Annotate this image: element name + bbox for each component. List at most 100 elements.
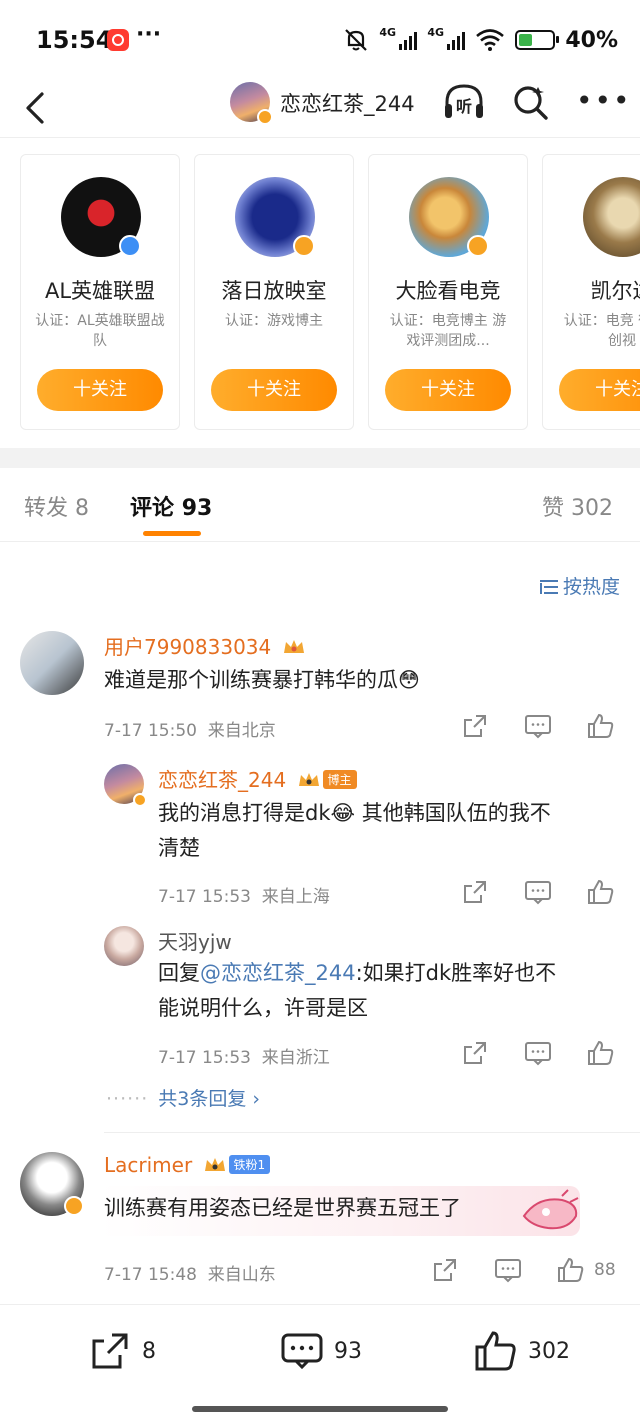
like-icon[interactable]	[587, 878, 615, 906]
commenter-avatar[interactable]	[104, 926, 144, 966]
repost-icon	[92, 1333, 128, 1369]
back-arrow-icon[interactable]	[20, 88, 50, 128]
follow-button[interactable]: 十关注	[385, 369, 511, 411]
verified-badge-icon	[257, 109, 273, 125]
mention-link[interactable]: @恋恋红茶_244	[200, 961, 356, 985]
repost-button[interactable]: 8	[88, 1329, 156, 1373]
signal-icon-1: 4G	[379, 26, 418, 52]
comment-text: 清楚	[158, 836, 200, 860]
battery-percent: 40%	[565, 27, 618, 53]
comment-count: 93	[334, 1338, 362, 1364]
comment-username[interactable]: 用户7990833034	[104, 631, 306, 660]
recommend-card[interactable]: 大脸看电竞 认证：电竞博主 游戏评测团成... 十关注	[368, 154, 528, 430]
recommend-card[interactable]: AL英雄联盟 认证：AL英雄联盟战队 十关注	[20, 154, 180, 430]
follow-button[interactable]: 十关注	[211, 369, 337, 411]
follow-button[interactable]: 十关注	[559, 369, 640, 411]
account-name: 大脸看电竞	[395, 279, 501, 303]
author-avatar[interactable]	[230, 82, 273, 125]
share-icon[interactable]	[461, 1039, 489, 1067]
commenter-avatar[interactable]	[20, 631, 84, 695]
comment-meta: 7-17 15:50 来自北京	[104, 721, 276, 741]
comment-separator	[104, 1132, 640, 1133]
home-indicator	[192, 1406, 448, 1412]
comment-icon	[281, 1333, 323, 1370]
comment-icon[interactable]	[524, 1039, 552, 1067]
account-cert: 认证：AL英雄联盟战队	[35, 313, 165, 349]
signal-icon-2: 4G	[427, 26, 466, 52]
active-tab-indicator	[143, 531, 201, 536]
author-tag: 博主	[322, 770, 357, 789]
account-name: 凯尔达	[590, 279, 640, 303]
verified-badge-icon	[293, 235, 315, 257]
bottom-action-bar: 8 93 302	[0, 1305, 640, 1422]
wifi-icon	[476, 29, 505, 51]
tab-repost[interactable]: 转发 8	[24, 490, 89, 522]
top-nav-bar: 恋恋红茶_244 听 •••	[0, 80, 640, 138]
battery-icon	[515, 30, 560, 50]
comment-meta: 7-17 15:53 来自浙江	[158, 1048, 330, 1068]
comment-text: 回复@恋恋红茶_244:如果打dk胜率好也不	[158, 961, 557, 985]
like-count: 302	[528, 1338, 570, 1364]
account-cert: 认证：电竞 微博原创视	[563, 313, 640, 349]
verified-badge-icon	[133, 793, 147, 807]
mute-bell-icon	[345, 29, 368, 51]
search-icon[interactable]	[511, 82, 551, 122]
like-icon[interactable]	[557, 1256, 585, 1284]
more-options-icon[interactable]: •••	[576, 87, 632, 115]
status-bar: 15:54 ··· 4G 4G 40%	[0, 0, 640, 80]
account-cert: 认证：电竞博主 游戏评测团成...	[389, 313, 507, 349]
like-icon[interactable]	[587, 712, 615, 740]
crown-icon	[204, 1158, 225, 1171]
like-icon	[475, 1331, 516, 1371]
comment-text: 难道是那个训练赛暴打韩华的瓜😳	[104, 668, 420, 692]
author-name[interactable]: 恋恋红茶_244	[280, 88, 415, 118]
svg-text:听: 听	[456, 97, 472, 116]
recommend-card[interactable]: 凯尔达 认证：电竞 微博原创视 十关注	[542, 154, 640, 430]
view-all-replies-link[interactable]: ······ 共3条回复 ›	[106, 1084, 260, 1111]
comment-icon[interactable]	[494, 1256, 522, 1284]
listen-headphones-icon[interactable]: 听	[442, 82, 486, 122]
comment-meta: 7-17 15:53 来自上海	[158, 887, 330, 907]
comment-meta: 7-17 15:48 来自山东	[104, 1265, 276, 1285]
follow-button[interactable]: 十关注	[37, 369, 163, 411]
account-name: AL英雄联盟	[44, 279, 156, 303]
status-time: 15:54	[36, 26, 113, 54]
recommended-accounts: AL英雄联盟 认证：AL英雄联盟战队 十关注 落日放映室 认证：游戏博主 十关注…	[0, 138, 640, 448]
like-count: 88	[594, 1260, 616, 1280]
recommend-card[interactable]: 落日放映室 认证：游戏博主 十关注	[194, 154, 354, 430]
verified-badge-icon	[119, 235, 141, 257]
comment-icon[interactable]	[524, 712, 552, 740]
crown-icon	[283, 640, 304, 653]
comment-username[interactable]: 天羽yjw	[158, 926, 232, 955]
comment-button[interactable]: 93	[280, 1329, 362, 1373]
sort-by-hot-button[interactable]: 按热度	[539, 572, 620, 599]
post-tabs: 转发 8 评论 93 赞 302	[0, 468, 640, 542]
section-divider	[0, 448, 640, 468]
comment-username[interactable]: Lacrimer 铁粉1	[104, 1153, 271, 1177]
status-more-dots: ···	[136, 22, 162, 47]
crown-icon	[298, 773, 319, 786]
commenter-avatar[interactable]	[20, 1152, 84, 1216]
like-icon[interactable]	[587, 1039, 615, 1067]
comment-icon[interactable]	[524, 878, 552, 906]
account-avatar	[583, 177, 640, 257]
comment-text: 我的消息打得是dk😂 其他韩国队伍的我不	[158, 801, 551, 825]
status-right-group: 4G 4G 40%	[343, 25, 618, 55]
comment-username[interactable]: 恋恋红茶_244 博主	[158, 764, 357, 793]
share-icon[interactable]	[431, 1256, 459, 1284]
tab-comments[interactable]: 评论 93	[130, 490, 212, 522]
account-name: 落日放映室	[221, 279, 327, 303]
commenter-avatar[interactable]	[104, 764, 147, 807]
account-cert: 认证：游戏博主	[225, 313, 323, 329]
comment-text: 训练赛有用姿态已经是世界赛五冠王了	[104, 1196, 461, 1220]
comment-text: 能说明什么，许哥是区	[158, 996, 368, 1020]
netease-music-icon	[107, 29, 129, 51]
like-button[interactable]: 302	[474, 1329, 570, 1373]
share-icon[interactable]	[461, 878, 489, 906]
verified-badge-icon	[467, 235, 489, 257]
repost-count: 8	[142, 1338, 156, 1364]
share-icon[interactable]	[461, 712, 489, 740]
fan-level-tag: 铁粉1	[228, 1155, 271, 1174]
sticker-decoration-icon	[522, 1189, 579, 1230]
tab-likes[interactable]: 赞 302	[542, 490, 613, 522]
